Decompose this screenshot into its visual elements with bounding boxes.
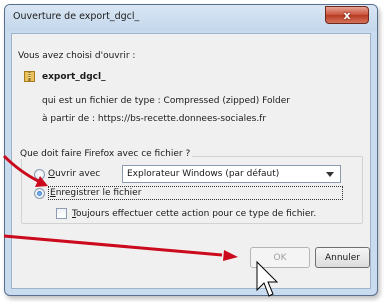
annotation-overlay bbox=[2, 154, 279, 297]
cursor-icon bbox=[256, 260, 279, 297]
annotation-arrowhead-ok bbox=[223, 250, 238, 261]
annotation-arrow-save bbox=[2, 154, 41, 184]
annotation-arrow-ok bbox=[3, 234, 223, 257]
